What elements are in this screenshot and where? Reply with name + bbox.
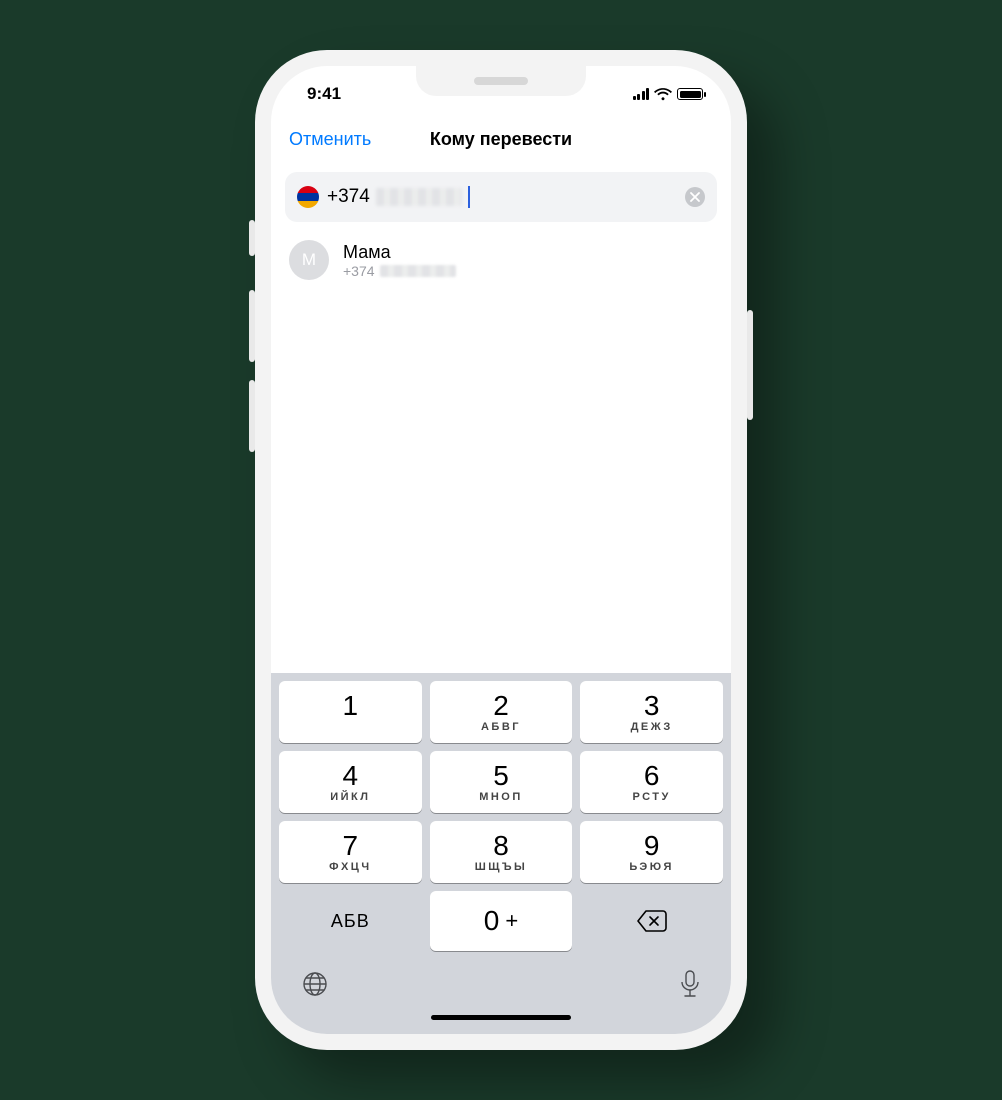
key-1[interactable]: 1 <box>279 681 422 743</box>
status-icons <box>633 88 704 101</box>
wifi-icon <box>654 88 672 101</box>
microphone-icon[interactable] <box>679 969 701 999</box>
screen: 9:41 Отменить <box>271 66 731 1034</box>
contact-suggestion[interactable]: М Мама +374 <box>271 226 731 288</box>
side-button <box>249 290 255 362</box>
text-caret <box>468 186 470 208</box>
contact-phone: +374 <box>343 263 456 279</box>
key-7[interactable]: 7ФХЦЧ <box>279 821 422 883</box>
key-3[interactable]: 3ДЕЖЗ <box>580 681 723 743</box>
backspace-button[interactable] <box>580 891 723 951</box>
notch <box>416 66 586 96</box>
contact-phone-redacted <box>380 265 456 277</box>
key-5[interactable]: 5МНОП <box>430 751 573 813</box>
avatar: М <box>289 240 329 280</box>
home-indicator <box>431 1015 571 1020</box>
contact-name: Мама <box>343 241 456 264</box>
keyboard-switch-button[interactable]: АБВ <box>279 891 422 951</box>
flag-icon <box>297 186 319 208</box>
side-button <box>249 380 255 452</box>
key-6[interactable]: 6РСТУ <box>580 751 723 813</box>
dial-code: +374 <box>327 186 370 208</box>
phone-number-redacted <box>376 188 462 206</box>
numeric-keyboard: 12АБВГ3ДЕЖЗ 4ИЙКЛ5МНОП6РСТУ 7ФХЦЧ8ШЩЪЫ9ЬЭЮ… <box>271 673 731 1034</box>
cellular-icon <box>633 88 650 100</box>
phone-input[interactable]: +374 <box>285 172 717 222</box>
side-button <box>747 310 753 420</box>
side-button <box>249 220 255 256</box>
key-0[interactable]: 0+ <box>430 891 573 951</box>
cancel-button[interactable]: Отменить <box>289 129 371 150</box>
key-8[interactable]: 8ШЩЪЫ <box>430 821 573 883</box>
globe-icon[interactable] <box>301 970 329 998</box>
nav-bar: Отменить Кому перевести <box>271 116 731 162</box>
key-2[interactable]: 2АБВГ <box>430 681 573 743</box>
status-time: 9:41 <box>307 84 341 104</box>
key-4[interactable]: 4ИЙКЛ <box>279 751 422 813</box>
key-9[interactable]: 9ЬЭЮЯ <box>580 821 723 883</box>
battery-icon <box>677 88 703 100</box>
device-frame: 9:41 Отменить <box>255 50 747 1050</box>
clear-button[interactable] <box>685 187 705 207</box>
